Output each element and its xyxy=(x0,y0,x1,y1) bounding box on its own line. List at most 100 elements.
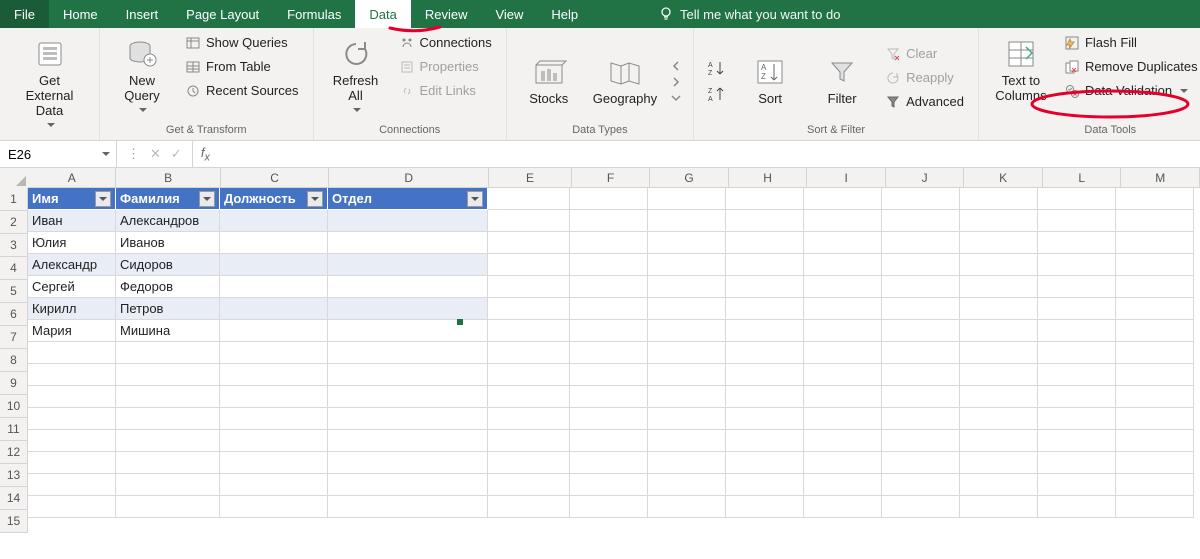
cell[interactable] xyxy=(648,430,726,452)
cell[interactable] xyxy=(220,430,328,452)
cell[interactable] xyxy=(1038,496,1116,518)
cell[interactable] xyxy=(328,276,488,298)
cell[interactable] xyxy=(960,408,1038,430)
row-head-8[interactable]: 8 xyxy=(0,349,28,372)
cell[interactable] xyxy=(1116,342,1194,364)
filter-dropdown-icon[interactable] xyxy=(199,191,215,207)
cell[interactable] xyxy=(220,474,328,496)
cell[interactable]: Александров xyxy=(116,210,220,232)
cell[interactable]: Должность xyxy=(220,188,328,210)
cell[interactable] xyxy=(960,496,1038,518)
name-box-input[interactable] xyxy=(6,146,70,163)
tell-me-search[interactable]: Tell me what you want to do xyxy=(640,0,840,28)
cell[interactable] xyxy=(882,232,960,254)
cell[interactable] xyxy=(1116,298,1194,320)
cell[interactable] xyxy=(1116,320,1194,342)
cell[interactable] xyxy=(570,210,648,232)
cell[interactable] xyxy=(960,452,1038,474)
col-head-F[interactable]: F xyxy=(572,168,651,188)
cell[interactable]: Фамилия xyxy=(116,188,220,210)
cell[interactable] xyxy=(116,474,220,496)
cell[interactable] xyxy=(648,474,726,496)
tab-insert[interactable]: Insert xyxy=(112,0,173,28)
cell[interactable] xyxy=(804,210,882,232)
cell[interactable] xyxy=(960,210,1038,232)
cell[interactable] xyxy=(488,474,570,496)
cells-area[interactable]: ИмяФамилияДолжностьОтделИванАлександровЮ… xyxy=(28,188,1200,518)
col-head-D[interactable]: D xyxy=(329,168,489,188)
cell[interactable] xyxy=(1116,474,1194,496)
cell[interactable] xyxy=(220,232,328,254)
cell[interactable] xyxy=(328,386,488,408)
row-head-15[interactable]: 15 xyxy=(0,510,28,533)
show-queries-button[interactable]: Show Queries xyxy=(182,32,303,54)
cell[interactable] xyxy=(488,276,570,298)
cell[interactable] xyxy=(960,342,1038,364)
cell[interactable] xyxy=(220,408,328,430)
cell[interactable] xyxy=(488,298,570,320)
cell[interactable] xyxy=(804,430,882,452)
cell[interactable] xyxy=(570,320,648,342)
cell[interactable]: Сидоров xyxy=(116,254,220,276)
cell[interactable] xyxy=(28,452,116,474)
cell[interactable] xyxy=(1116,452,1194,474)
row-head-12[interactable]: 12 xyxy=(0,441,28,464)
cell[interactable] xyxy=(328,408,488,430)
row-head-2[interactable]: 2 xyxy=(0,211,28,234)
cell[interactable] xyxy=(726,474,804,496)
cell[interactable] xyxy=(328,342,488,364)
cell[interactable]: Сергей xyxy=(28,276,116,298)
cell[interactable] xyxy=(804,320,882,342)
cell[interactable] xyxy=(220,276,328,298)
column-headers[interactable]: ABCDEFGHIJKLM xyxy=(28,168,1200,188)
cell[interactable] xyxy=(220,496,328,518)
row-head-4[interactable]: 4 xyxy=(0,257,28,280)
row-head-3[interactable]: 3 xyxy=(0,234,28,257)
cell[interactable] xyxy=(488,254,570,276)
filter-dropdown-icon[interactable] xyxy=(95,191,111,207)
name-box[interactable] xyxy=(0,141,117,167)
cell[interactable] xyxy=(328,254,488,276)
col-head-L[interactable]: L xyxy=(1043,168,1122,188)
cell[interactable] xyxy=(488,386,570,408)
sort-button[interactable]: AZ Sort xyxy=(738,50,802,107)
col-head-A[interactable]: A xyxy=(28,168,116,188)
cell[interactable] xyxy=(28,430,116,452)
row-head-10[interactable]: 10 xyxy=(0,395,28,418)
cell[interactable] xyxy=(116,452,220,474)
data-validation-button[interactable]: Data Validation xyxy=(1061,80,1200,102)
cell[interactable]: Петров xyxy=(116,298,220,320)
cell[interactable] xyxy=(488,364,570,386)
cell[interactable] xyxy=(960,298,1038,320)
cell[interactable] xyxy=(960,254,1038,276)
cell[interactable] xyxy=(882,496,960,518)
cell[interactable] xyxy=(804,298,882,320)
cell[interactable] xyxy=(570,188,648,210)
cell[interactable] xyxy=(960,364,1038,386)
cell[interactable]: Имя xyxy=(28,188,116,210)
row-head-7[interactable]: 7 xyxy=(0,326,28,349)
sort-az-button[interactable]: AZ xyxy=(704,58,730,78)
cell[interactable] xyxy=(1038,210,1116,232)
cell[interactable] xyxy=(960,276,1038,298)
cell[interactable] xyxy=(28,386,116,408)
cell[interactable] xyxy=(328,496,488,518)
cell[interactable] xyxy=(570,408,648,430)
tab-data[interactable]: Data xyxy=(355,0,410,28)
cell[interactable] xyxy=(726,188,804,210)
text-to-columns-button[interactable]: Text to Columns xyxy=(989,32,1053,104)
cell[interactable] xyxy=(882,276,960,298)
cell[interactable] xyxy=(1038,452,1116,474)
cell[interactable] xyxy=(648,496,726,518)
cell[interactable] xyxy=(882,210,960,232)
cell[interactable] xyxy=(726,232,804,254)
cell[interactable]: Федоров xyxy=(116,276,220,298)
row-head-5[interactable]: 5 xyxy=(0,280,28,303)
cell[interactable] xyxy=(1038,320,1116,342)
cell[interactable] xyxy=(648,254,726,276)
row-head-14[interactable]: 14 xyxy=(0,487,28,510)
cell[interactable] xyxy=(1038,430,1116,452)
cell[interactable] xyxy=(648,320,726,342)
cell[interactable] xyxy=(960,386,1038,408)
cell[interactable]: Мишина xyxy=(116,320,220,342)
